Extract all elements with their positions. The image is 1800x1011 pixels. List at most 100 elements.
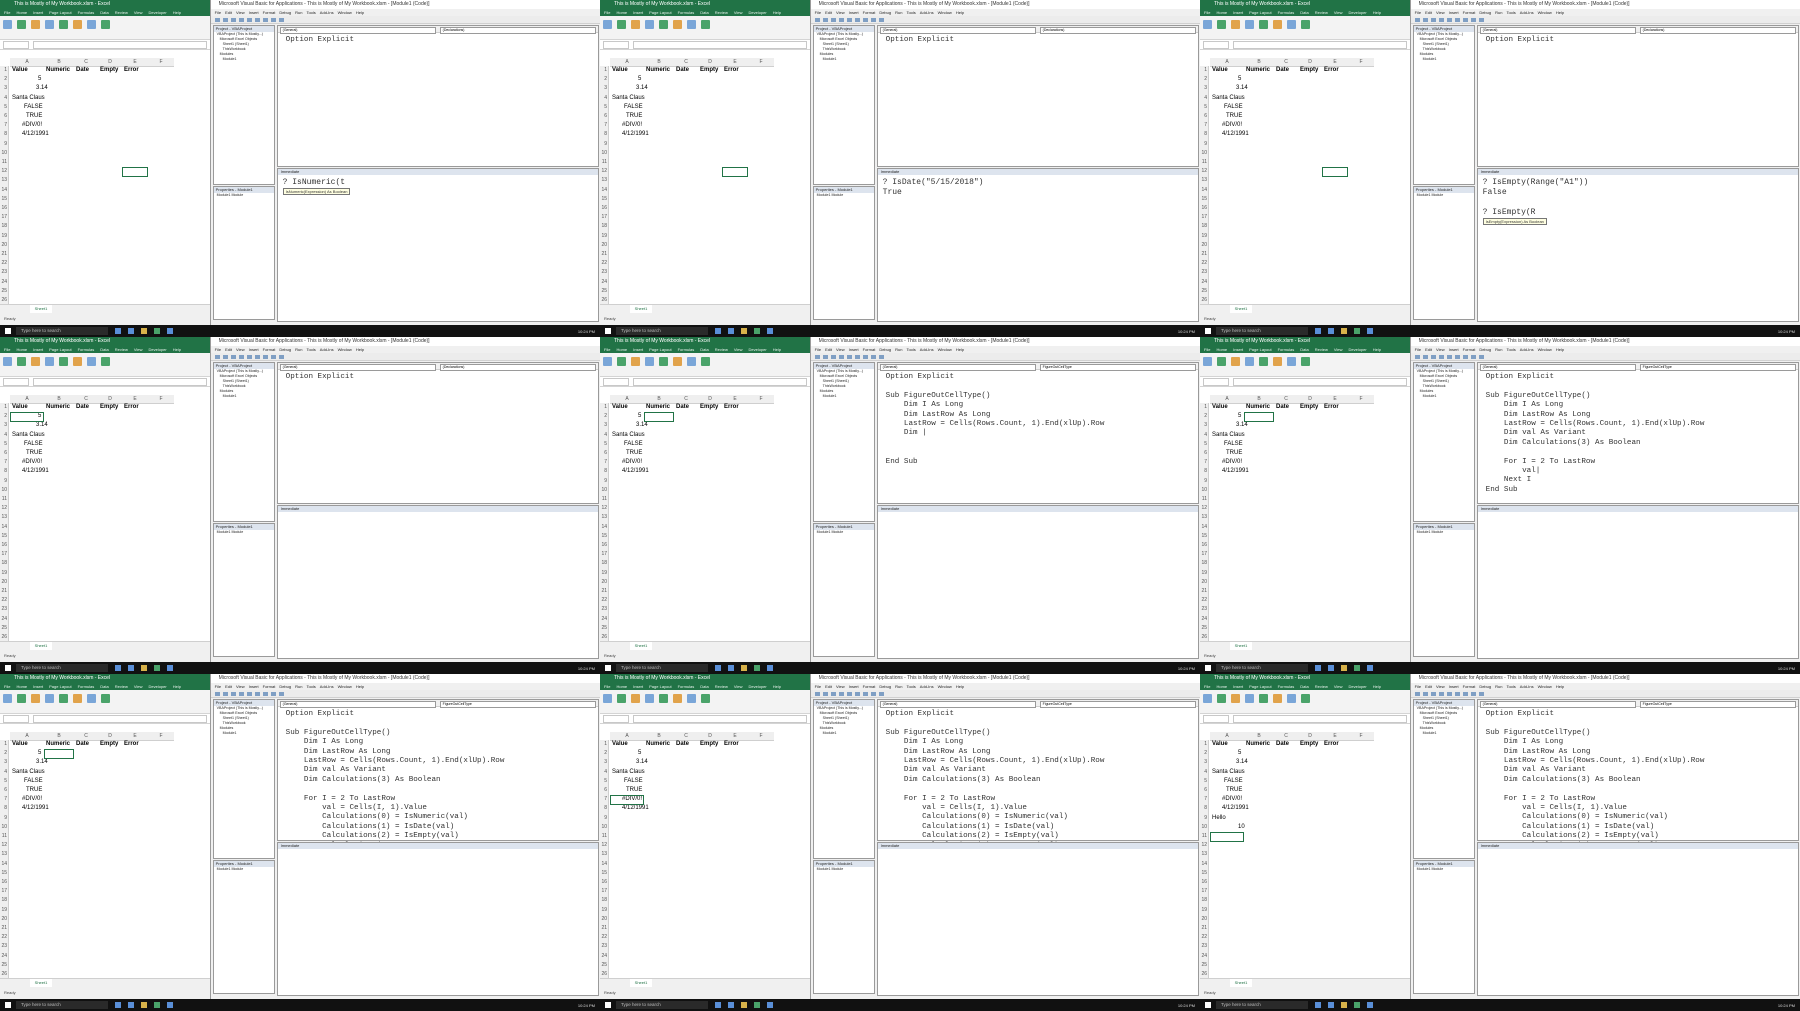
row-header[interactable]: 1 — [1200, 403, 1209, 413]
code-line[interactable] — [1486, 785, 1790, 794]
row-header[interactable]: 3 — [1200, 421, 1209, 431]
properties-object[interactable]: Module1 Module — [814, 193, 874, 198]
taskbar-search[interactable]: Type here to search — [16, 664, 108, 672]
row-header[interactable]: 21 — [0, 587, 9, 597]
project-tree[interactable]: VBAProject (This is Mostly...) Microsoft … — [214, 369, 274, 399]
file-explorer-icon[interactable] — [741, 665, 747, 671]
worksheet-grid[interactable]: A B C D E F 1 2 3 4 5 6 7 8 9 10 11 12 13 14 15 16 17 18 19 20 21 2… — [1200, 58, 1410, 306]
row-header[interactable]: 1 — [600, 66, 609, 76]
properties-icon[interactable] — [87, 357, 96, 366]
vba-menu-item[interactable]: Insert — [249, 346, 259, 353]
column-header[interactable]: F — [748, 732, 774, 741]
vba-menu-item[interactable]: Add-Ins — [920, 9, 934, 16]
row-header[interactable]: 21 — [0, 924, 9, 934]
vba-menu-item[interactable]: Window — [938, 346, 952, 353]
row-header[interactable]: 16 — [0, 541, 9, 551]
code-line[interactable]: Calculations(1) = IsDate(val) — [886, 823, 1190, 832]
code-line[interactable]: Sub FigureOutCellType() — [886, 392, 1190, 401]
record-macro-icon[interactable] — [31, 20, 40, 29]
row-header[interactable]: 5 — [600, 776, 609, 786]
value-cell[interactable]: 3.14 — [36, 84, 48, 93]
row-header[interactable]: 19 — [1200, 568, 1209, 578]
row-header[interactable]: 4 — [600, 430, 609, 440]
vba-menu-item[interactable]: Run — [1495, 346, 1502, 353]
row-header[interactable]: 10 — [600, 822, 609, 832]
source-icon[interactable] — [101, 694, 110, 703]
vba-menu-item[interactable]: Insert — [249, 9, 259, 16]
header-cell[interactable]: Value — [12, 740, 28, 749]
row-header[interactable]: 23 — [1200, 942, 1209, 952]
row-header[interactable]: 2 — [1200, 749, 1209, 759]
value-cell[interactable]: TRUE — [26, 449, 42, 458]
source-icon[interactable] — [101, 20, 110, 29]
design-mode-icon[interactable] — [1273, 20, 1282, 29]
vba-menu-item[interactable]: Debug — [1479, 9, 1491, 16]
ribbon-tab[interactable]: Review — [715, 346, 728, 353]
code-line[interactable] — [886, 448, 1190, 457]
excel-taskbar-icon[interactable] — [154, 328, 160, 334]
ribbon-tab[interactable]: View — [134, 9, 143, 16]
project-tree-node[interactable]: Module1 — [1417, 394, 1474, 399]
ribbon-tab[interactable]: Page Layout — [49, 683, 71, 690]
row-header[interactable]: 20 — [600, 240, 609, 250]
row-header[interactable]: 8 — [1200, 804, 1209, 814]
immediate-line[interactable]: ? IsNumeric(t IsNumeric(Expression) As Bo… — [282, 178, 593, 198]
row-header[interactable]: 18 — [1200, 222, 1209, 232]
properties-icon[interactable] — [87, 694, 96, 703]
header-cell[interactable]: Value — [12, 403, 28, 412]
header-cell[interactable]: Error — [724, 403, 739, 412]
row-header[interactable]: 6 — [1200, 786, 1209, 796]
insert-module-icon[interactable] — [222, 354, 228, 359]
taskbar-search[interactable]: Type here to search — [616, 327, 708, 335]
vba-menu-item[interactable]: View — [1436, 9, 1445, 16]
properties-object[interactable]: Module1 Module — [1414, 193, 1474, 198]
formula-input[interactable] — [33, 377, 207, 386]
ribbon-tab[interactable]: Help — [1373, 9, 1381, 16]
windows-start-icon[interactable] — [5, 1002, 11, 1008]
row-header[interactable]: 15 — [0, 194, 9, 204]
taskbar-search[interactable]: Type here to search — [1216, 327, 1308, 335]
vba-menu-item[interactable]: Edit — [1425, 683, 1432, 690]
header-cell[interactable]: Value — [1212, 66, 1228, 75]
row-header[interactable]: 17 — [0, 887, 9, 897]
mail-icon[interactable] — [767, 1002, 773, 1008]
windows-start-icon[interactable] — [605, 665, 611, 671]
windows-start-icon[interactable] — [1205, 665, 1211, 671]
value-cell[interactable]: 3.14 — [1236, 421, 1248, 430]
ribbon-tab[interactable]: Home — [616, 683, 627, 690]
row-header[interactable]: 2 — [1200, 412, 1209, 422]
row-header[interactable]: 20 — [0, 914, 9, 924]
ribbon-tab[interactable]: File — [4, 346, 10, 353]
row-header[interactable]: 13 — [0, 850, 9, 860]
ribbon-tab[interactable]: Developer — [1348, 346, 1366, 353]
row-header[interactable]: 16 — [1200, 878, 1209, 888]
ribbon-tab[interactable]: Help — [173, 346, 181, 353]
code-editor[interactable]: Option Explicit — [278, 33, 598, 48]
vba-menu-item[interactable]: Add-Ins — [920, 683, 934, 690]
vba-menu-item[interactable]: Format — [863, 9, 876, 16]
row-header[interactable]: 10 — [1200, 148, 1209, 158]
macros-icon[interactable] — [1217, 694, 1226, 703]
row-header[interactable]: 25 — [1200, 286, 1209, 296]
row-header[interactable]: 10 — [0, 148, 9, 158]
row-header[interactable]: 7 — [1200, 795, 1209, 805]
windows-start-icon[interactable] — [5, 665, 11, 671]
properties-object[interactable]: Module1 Module — [214, 193, 274, 198]
macros-icon[interactable] — [17, 694, 26, 703]
vba-menu-item[interactable]: File — [1415, 346, 1421, 353]
macros-icon[interactable] — [617, 357, 626, 366]
code-line[interactable]: Sub FigureOutCellType() — [1486, 392, 1790, 401]
edge-icon[interactable] — [128, 328, 134, 334]
row-header[interactable]: 10 — [1200, 485, 1209, 495]
value-cell[interactable]: TRUE — [26, 786, 42, 795]
row-header[interactable]: 17 — [1200, 550, 1209, 560]
view-excel-icon[interactable] — [214, 17, 220, 22]
insert-control-icon[interactable] — [1259, 357, 1268, 366]
header-cell[interactable]: Numeric — [46, 740, 70, 749]
cut-icon[interactable] — [838, 17, 844, 22]
row-header[interactable]: 7 — [600, 795, 609, 805]
windows-start-icon[interactable] — [1205, 328, 1211, 334]
value-cell[interactable]: Santa Claus — [612, 431, 645, 440]
task-view-icon[interactable] — [715, 665, 721, 671]
value-cell[interactable]: #DIV/0! — [622, 458, 642, 467]
